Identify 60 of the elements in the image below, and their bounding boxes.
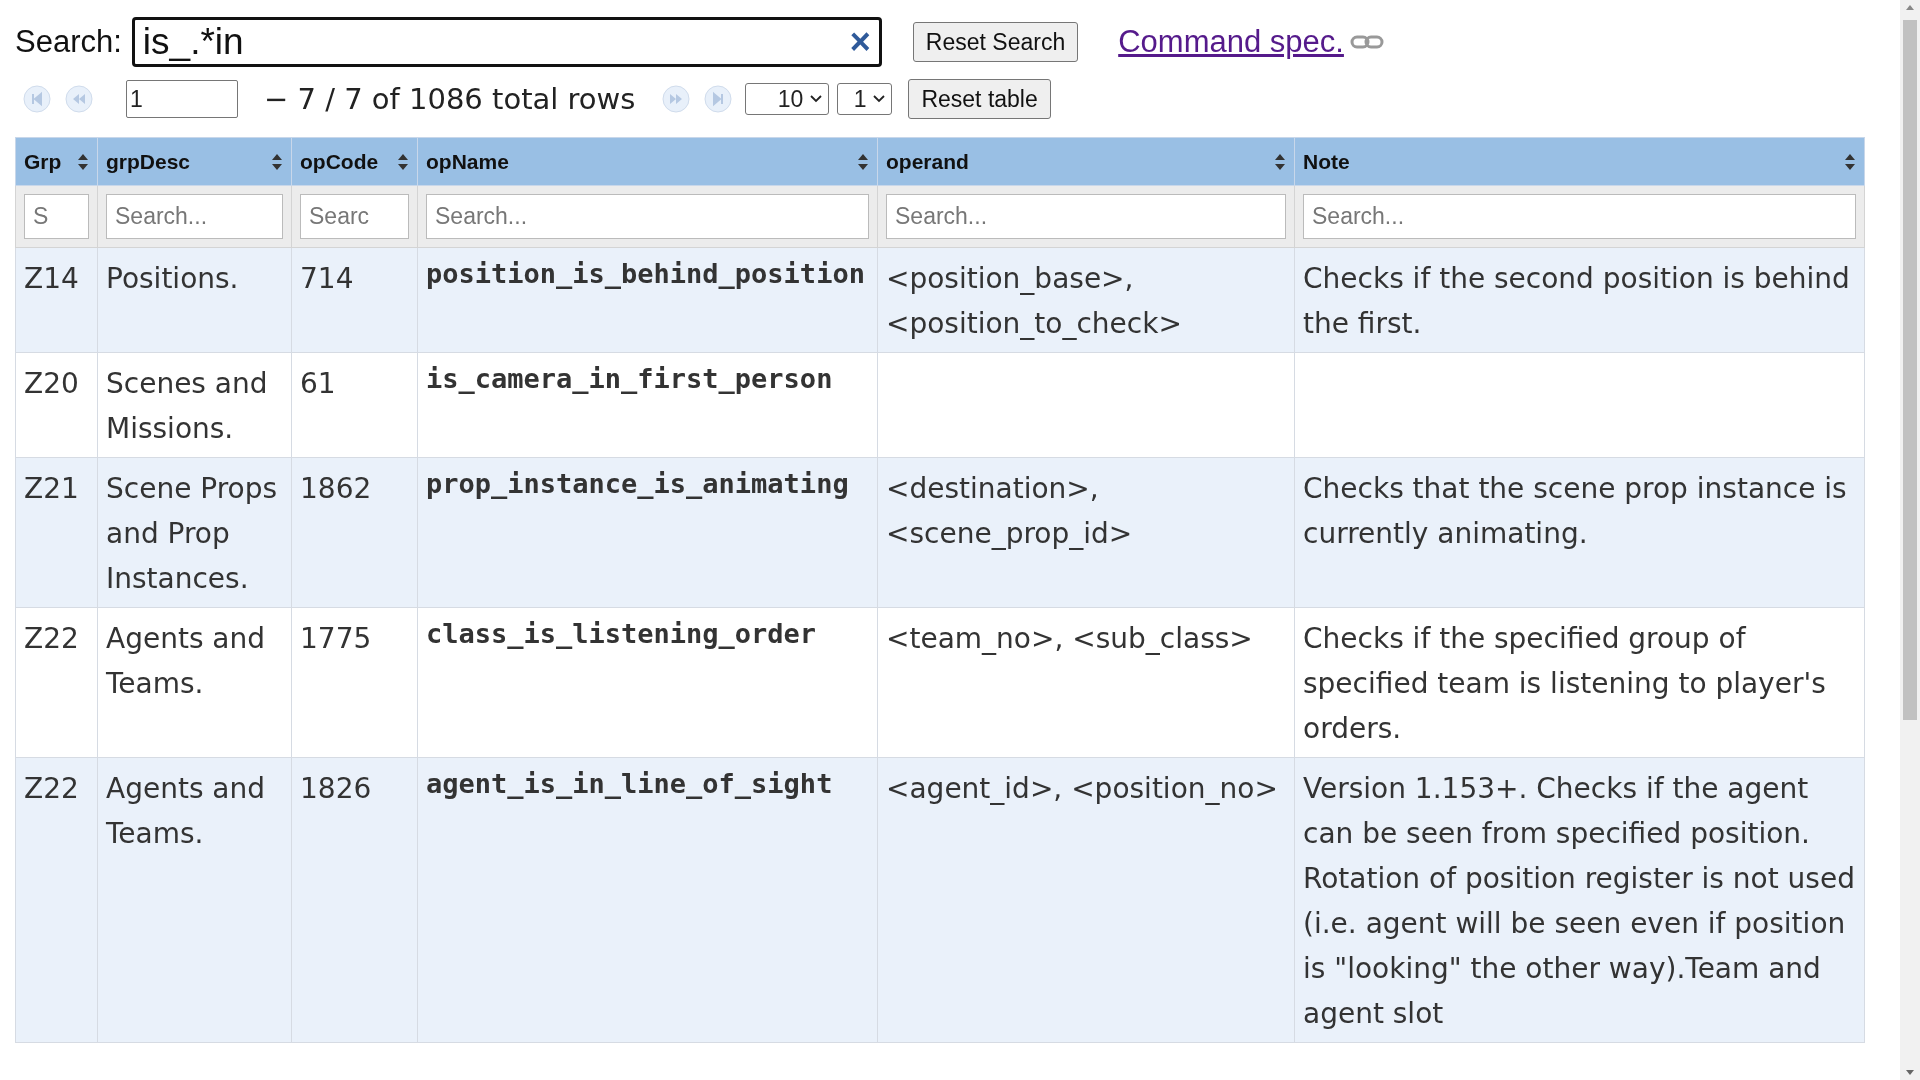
- clear-button[interactable]: ×: [849, 21, 871, 63]
- table-cell: Agents and Teams.: [106, 622, 266, 700]
- column-header[interactable]: operand: [877, 137, 1295, 186]
- table-cell: Agents and Teams.: [106, 772, 266, 850]
- table-cell: Checks that the scene prop instance is currently animating.: [1303, 472, 1847, 550]
- command-spec-link[interactable]: Command spec.: [1118, 24, 1384, 60]
- table-cell: Positions.: [106, 262, 239, 295]
- page-number-field[interactable]: 1: [126, 80, 238, 118]
- table-cell: <position_base>, <position_to_check>: [886, 262, 1182, 340]
- column-filter-field[interactable]: S: [24, 194, 89, 239]
- column-header[interactable]: Grp: [15, 137, 98, 186]
- table-cell: Z14: [24, 262, 79, 295]
- search-label: Search:: [15, 24, 122, 60]
- sort-icon[interactable]: [77, 152, 89, 171]
- table-cell: Scene Props and Prop Instances.: [106, 472, 278, 595]
- table-cell: Z21: [24, 472, 79, 505]
- column-filter-field[interactable]: Search...: [886, 194, 1286, 239]
- column-header[interactable]: opCode: [291, 137, 418, 186]
- column-filter-field[interactable]: Search...: [106, 194, 283, 239]
- table-cell: Z22: [24, 622, 79, 655]
- table-cell: Z20: [24, 367, 79, 400]
- column-filter-field[interactable]: Searc: [300, 194, 409, 239]
- table-cell-text: is_camera_in_first_person: [426, 362, 834, 396]
- scrollbar[interactable]: [1900, 0, 1920, 1080]
- table-cell-text: class_is_listening_order: [426, 617, 818, 651]
- table-cell: <team_no>, <sub_class>: [886, 622, 1253, 655]
- column-filter-field[interactable]: Search...: [1303, 194, 1856, 239]
- table-cell-text: prop_instance_is_animating: [426, 467, 850, 501]
- table-cell: Checks if the specified group of specified team is listening to player's orders.: [1303, 622, 1826, 745]
- caret-icon[interactable]: [872, 94, 887, 104]
- table-cell: 61: [300, 367, 336, 400]
- row-count-text: − 7 / 7 of 1086 total rows: [264, 82, 636, 116]
- table-cell: <agent_id>, <position_no>: [886, 772, 1278, 805]
- sort-icon[interactable]: [857, 152, 869, 171]
- column-filter-field[interactable]: Search...: [426, 194, 869, 239]
- table-cell: 1826: [300, 772, 372, 805]
- column-header[interactable]: opName: [417, 137, 878, 186]
- search-field[interactable]: is_.*in ×: [131, 17, 882, 67]
- column-header[interactable]: grpDesc: [97, 137, 292, 186]
- table-cell-text: position_is_behind_position: [426, 257, 866, 291]
- sort-icon[interactable]: [1844, 152, 1856, 171]
- table-cell: Checks if the second position is behind the first.: [1303, 262, 1850, 340]
- caret-icon[interactable]: [809, 94, 824, 104]
- sort-icon[interactable]: [397, 152, 409, 171]
- table-cell: 714: [300, 262, 354, 295]
- table-cell-text: agent_is_in_line_of_sight: [426, 767, 834, 801]
- table-cell: 1862: [300, 472, 372, 505]
- link-icon: [1349, 34, 1384, 50]
- table-cell: Scenes and Missions.: [106, 367, 268, 445]
- table-cell: 1775: [300, 622, 372, 655]
- reset-table-button[interactable]: Reset table: [908, 79, 1051, 119]
- sort-icon[interactable]: [271, 152, 283, 171]
- column-header[interactable]: Note: [1294, 137, 1865, 186]
- table-cell: <destination>, <scene_prop_id>: [886, 472, 1133, 550]
- table-cell: Version 1.153+. Checks if the agent can be seen from specified position. Rotation of position register is not used (i.e. agent will be seen even if position is "looking" the other way).Team and agent slot: [1303, 772, 1855, 1030]
- page-size-select[interactable]: 10: [745, 83, 830, 115]
- sort-icon[interactable]: [1274, 152, 1286, 171]
- table-cell: Z22: [24, 772, 79, 805]
- reset-search-button[interactable]: Reset Search: [912, 22, 1079, 62]
- page-select[interactable]: 1: [837, 83, 893, 115]
